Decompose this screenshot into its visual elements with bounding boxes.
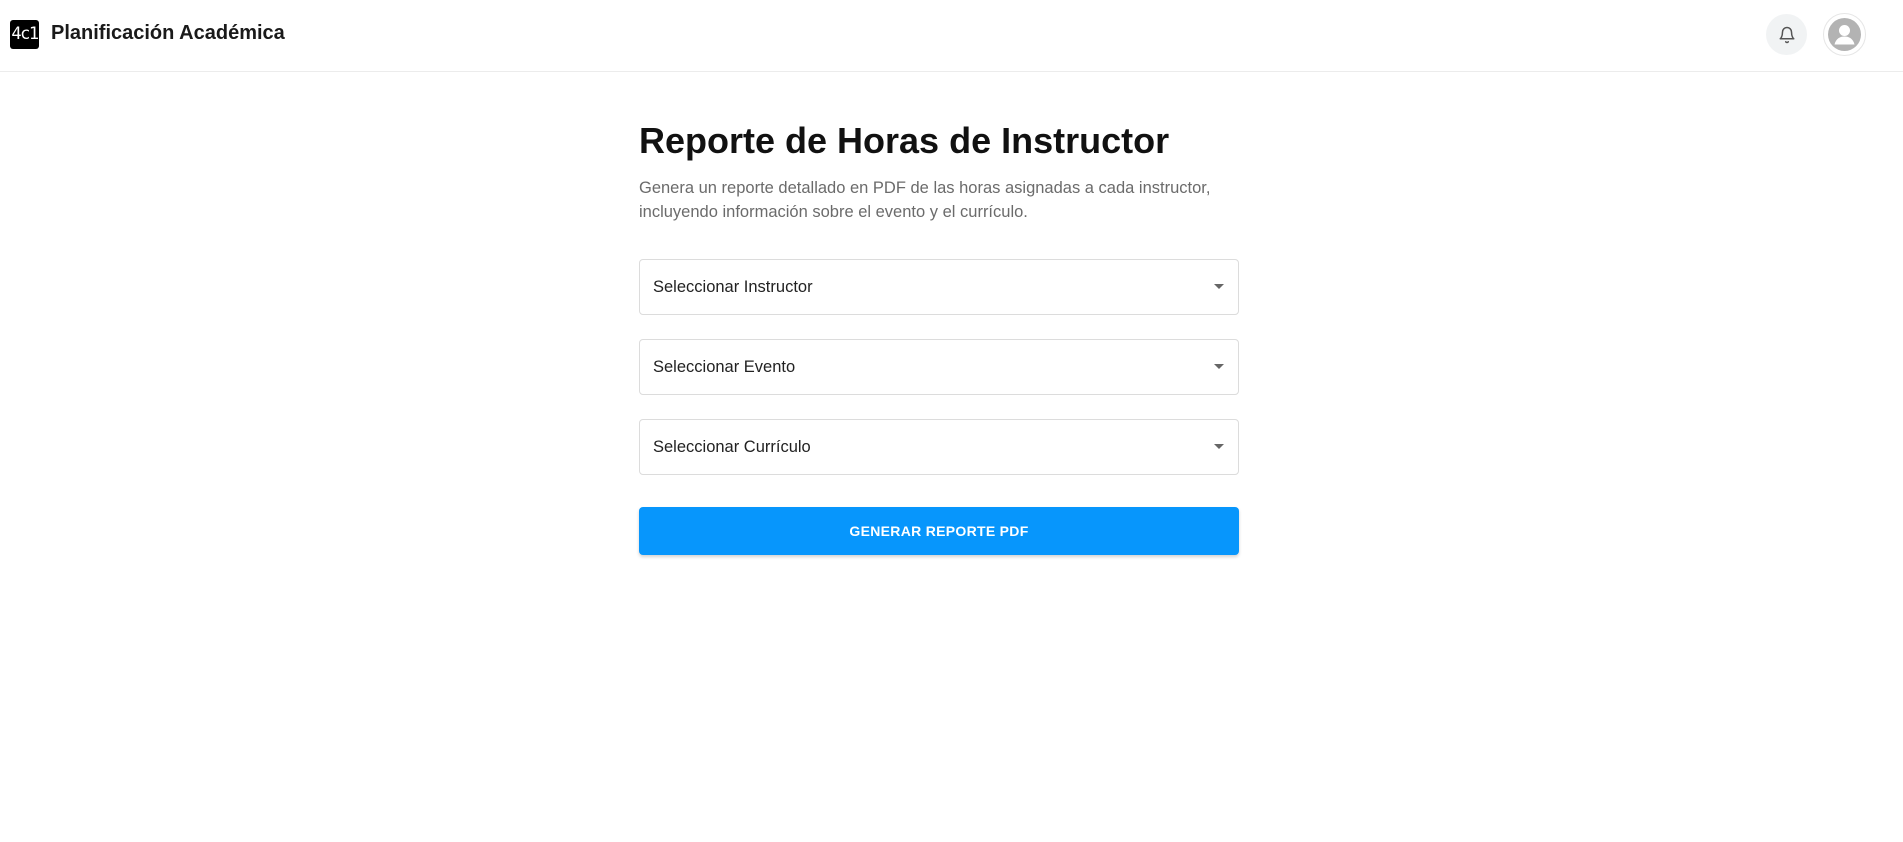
app-title: Planificación Académica	[51, 22, 285, 44]
app-logo[interactable]: 4c1	[10, 20, 39, 49]
dropdown-arrow-icon	[1214, 444, 1224, 449]
bell-icon	[1778, 25, 1796, 45]
curriculum-select-label: Seleccionar Currículo	[653, 438, 811, 456]
instructor-select[interactable]: Seleccionar Instructor	[639, 259, 1239, 315]
generate-report-button[interactable]: GENERAR REPORTE PDF	[639, 507, 1239, 555]
event-select-label: Seleccionar Evento	[653, 358, 796, 376]
curriculum-select[interactable]: Seleccionar Currículo	[639, 419, 1239, 475]
page-description: Genera un reporte detallado en PDF de la…	[639, 179, 1211, 221]
dropdown-arrow-icon	[1214, 364, 1224, 369]
notifications-button[interactable]	[1766, 14, 1807, 55]
event-select[interactable]: Seleccionar Evento	[639, 339, 1239, 395]
user-avatar-icon	[1828, 18, 1861, 51]
instructor-select-label: Seleccionar Instructor	[653, 278, 813, 296]
profile-button[interactable]	[1823, 13, 1866, 56]
report-panel: Reporte de Horas de Instructor Genera un…	[639, 118, 1239, 555]
dropdown-arrow-icon	[1214, 284, 1224, 289]
app-header: 4c1 Planificación Académica	[0, 0, 1903, 72]
page-title: Reporte de Horas de Instructor	[639, 120, 1170, 161]
